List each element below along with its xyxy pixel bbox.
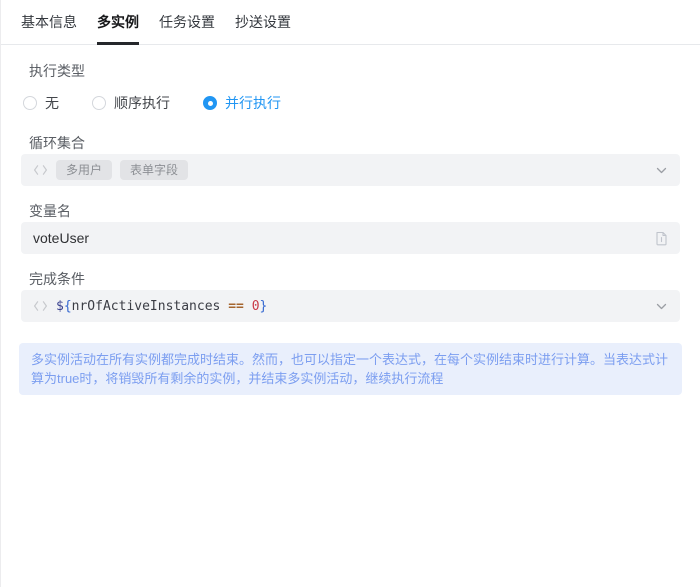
tab-multi-instance[interactable]: 多实例: [97, 0, 139, 45]
tab-task-settings[interactable]: 任务设置: [159, 0, 215, 44]
radio-checked-icon: [203, 96, 217, 110]
radio-sequential[interactable]: 顺序执行: [92, 93, 170, 113]
radio-parallel-label: 并行执行: [225, 95, 281, 111]
variable-name-value: voteUser: [33, 230, 90, 246]
code-icon: [33, 164, 48, 176]
completion-condition-label: 完成条件: [29, 271, 85, 287]
tab-bar: 基本信息 多实例 任务设置 抄送设置: [1, 0, 700, 45]
code-token: {: [63, 298, 72, 314]
execution-type-label: 执行类型: [29, 63, 85, 79]
variable-name-input[interactable]: voteUser: [21, 222, 680, 254]
code-icon: [33, 300, 48, 312]
completion-condition-select[interactable]: ${nrOfActiveInstances == 0}: [21, 290, 680, 322]
code-token: 0: [251, 298, 260, 314]
tab-basic-info[interactable]: 基本信息: [21, 0, 77, 44]
multi-instance-info-note: 多实例活动在所有实例都完成时结束。然而，也可以指定一个表达式，在每个实例结束时进…: [19, 343, 682, 395]
code-token: nrOfActiveInstances: [71, 298, 221, 314]
tag-form-field: 表单字段: [120, 160, 189, 180]
completion-condition-expression: ${nrOfActiveInstances == 0}: [56, 299, 267, 314]
tag-multi-user: 多用户: [56, 160, 113, 180]
document-icon[interactable]: [655, 231, 668, 246]
radio-sequential-label: 顺序执行: [114, 95, 170, 111]
tab-content: 执行类型 无 顺序执行 并行执行 循环集合 多用户 表单字段 变量名 voteU…: [1, 62, 700, 395]
radio-none-label: 无: [45, 95, 59, 111]
code-token: $: [56, 298, 64, 314]
code-token: ==: [220, 298, 252, 314]
variable-name-label: 变量名: [29, 203, 71, 219]
loop-collection-select[interactable]: 多用户 表单字段: [21, 154, 680, 186]
code-token: }: [259, 298, 268, 314]
loop-collection-label: 循环集合: [29, 135, 85, 151]
radio-none[interactable]: 无: [23, 93, 59, 113]
chevron-down-icon[interactable]: [655, 164, 668, 177]
radio-parallel[interactable]: 并行执行: [203, 93, 281, 113]
radio-icon: [23, 96, 37, 110]
execution-type-radio-group: 无 顺序执行 并行执行: [21, 93, 680, 113]
tab-cc-settings[interactable]: 抄送设置: [235, 0, 291, 44]
chevron-down-icon[interactable]: [655, 300, 668, 313]
radio-icon: [92, 96, 106, 110]
settings-panel: 基本信息 多实例 任务设置 抄送设置 执行类型 无 顺序执行 并行执行 循环集合: [0, 0, 700, 587]
